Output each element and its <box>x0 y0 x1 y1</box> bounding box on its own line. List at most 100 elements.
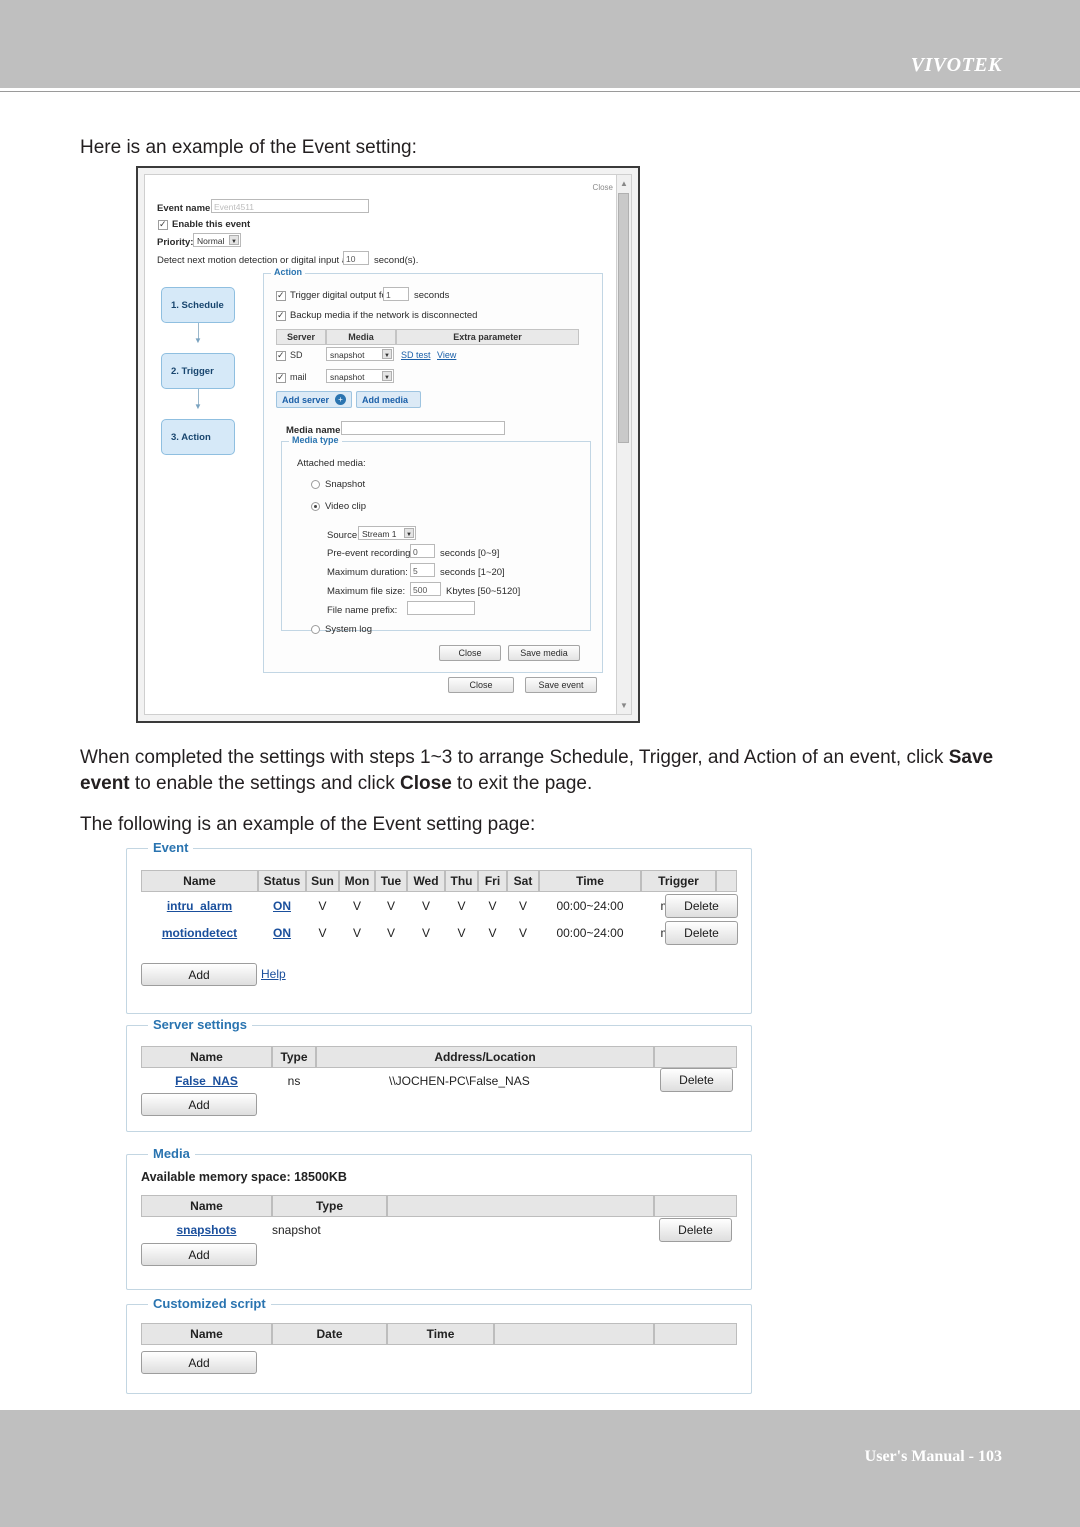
footer-page-label: User's Manual - 103 <box>864 1448 1002 1465</box>
event-row-1-mon: V <box>352 899 361 913</box>
table-header-extra: Extra parameter <box>396 329 579 345</box>
event-row-2-status-link[interactable]: ON <box>273 926 291 940</box>
step-action[interactable]: 3. Action <box>161 419 235 455</box>
priority-value: Normal <box>197 236 225 246</box>
brand-logo: VIVOTEK <box>910 54 1002 76</box>
row-sd-media-select[interactable]: snapshot ▼ <box>326 347 394 361</box>
chevron-down-icon: ▼ <box>384 353 390 359</box>
close-event-label: Close <box>469 680 493 690</box>
media-panel-legend: Media <box>148 1146 195 1161</box>
videoclip-radio[interactable] <box>311 502 320 511</box>
event-row-1-sun: V <box>318 899 327 913</box>
chevron-down-icon: ▼ <box>231 239 237 245</box>
save-media-label: Save media <box>520 648 568 658</box>
trigger-do-seconds-input[interactable]: 1 <box>383 287 409 301</box>
row-mail-media-value: snapshot <box>330 372 365 382</box>
systemlog-radio[interactable] <box>311 625 320 634</box>
event-row-1-status-link[interactable]: ON <box>273 899 291 913</box>
scrollbar-thumb[interactable] <box>618 193 629 443</box>
event-row-1-name-link[interactable]: intru_alarm <box>167 899 232 913</box>
trigger-do-checkbox[interactable] <box>276 290 286 301</box>
instruction-part-3: to exit the page. <box>451 773 593 794</box>
scroll-down-arrow[interactable]: ▼ <box>620 701 628 710</box>
max-filesize-label: Maximum file size: <box>327 586 406 597</box>
server-col-address: Address/Location <box>316 1046 654 1068</box>
row-sd-checkbox[interactable] <box>276 350 286 361</box>
add-media-label: Add media <box>362 394 409 405</box>
media-row-1-delete-button[interactable]: Delete <box>659 1218 732 1242</box>
event-row-1-name[interactable]: intru_alarm <box>141 895 258 917</box>
event-row-2-name[interactable]: motiondetect <box>141 922 258 944</box>
event-name-label: Event name: <box>157 203 214 214</box>
dialog-inner: ▲ ▼ Close Event name: Event4511 Enable t… <box>144 174 632 715</box>
intro-paragraph: Here is an example of the Event setting: <box>80 137 417 158</box>
row-sd-view-link[interactable]: View <box>437 350 456 360</box>
media-row-1-name[interactable]: snapshots <box>141 1219 272 1241</box>
media-row-1-name-link[interactable]: snapshots <box>176 1223 236 1237</box>
event-row-2-time: 00:00~24:00 <box>556 926 624 940</box>
event-panel-legend: Event <box>148 840 194 855</box>
save-event-button[interactable]: Save event <box>525 677 597 693</box>
server-row-1-address: \\JOCHEN-PC\False_NAS <box>389 1074 530 1088</box>
script-add-button[interactable]: Add <box>141 1351 257 1374</box>
event-row-1-status[interactable]: ON <box>258 895 306 917</box>
dialog-close-link[interactable]: Close <box>593 183 613 192</box>
add-server-label: Add server <box>282 394 330 405</box>
event-col-tue: Tue <box>375 870 407 892</box>
row-sd-sdtest-link[interactable]: SD test <box>401 350 431 360</box>
media-name-input[interactable] <box>341 421 505 435</box>
backup-media-checkbox[interactable] <box>276 310 286 321</box>
event-row-1-fri: V <box>488 899 497 913</box>
close-media-button[interactable]: Close <box>439 645 501 661</box>
scroll-up-arrow[interactable]: ▲ <box>620 179 628 188</box>
backup-media-label: Backup media if the network is disconnec… <box>290 310 478 321</box>
save-media-button[interactable]: Save media <box>508 645 580 661</box>
priority-label: Priority: <box>157 237 194 248</box>
source-value: Stream 1 <box>362 529 397 539</box>
event-col-status: Status <box>258 870 306 892</box>
max-duration-label: Maximum duration: <box>327 567 408 578</box>
event-row-2-sat: V <box>518 926 527 940</box>
server-row-1-delete-button[interactable]: Delete <box>660 1068 733 1092</box>
event-col-sun: Sun <box>306 870 339 892</box>
event-name-input[interactable]: Event4511 <box>211 199 369 213</box>
close-event-button[interactable]: Close <box>448 677 514 693</box>
enable-event-checkbox[interactable] <box>158 219 168 230</box>
script-add-label: Add <box>188 1355 210 1370</box>
media-type-legend: Media type <box>289 435 342 445</box>
event-row-2-name-link[interactable]: motiondetect <box>162 926 237 940</box>
row-mail-checkbox[interactable] <box>276 372 286 383</box>
server-row-1-name-link[interactable]: False_NAS <box>175 1074 238 1088</box>
event-row-2-sun: V <box>318 926 327 940</box>
row-mail-media-select[interactable]: snapshot ▼ <box>326 369 394 383</box>
step-trigger[interactable]: 2. Trigger <box>161 353 235 389</box>
event-row-1-time: 00:00~24:00 <box>556 899 624 913</box>
file-prefix-input[interactable] <box>407 601 475 615</box>
event-row-2-delete-button[interactable]: Delete <box>665 921 738 945</box>
server-row-1-type: ns <box>287 1074 301 1088</box>
event-help-link[interactable]: Help <box>261 967 286 981</box>
add-media-button[interactable]: Add media <box>356 391 421 408</box>
event-col-sat: Sat <box>507 870 539 892</box>
source-label: Source: <box>327 530 360 541</box>
max-duration-input[interactable]: 5 <box>410 563 435 577</box>
pre-event-input[interactable]: 0 <box>410 544 435 558</box>
max-filesize-input[interactable]: 500 <box>410 582 441 596</box>
media-add-button[interactable]: Add <box>141 1243 257 1266</box>
event-row-1-delete-button[interactable]: Delete <box>665 894 738 918</box>
detect-interval-input[interactable]: 10 <box>343 251 369 265</box>
dialog-scrollbar[interactable]: ▲ ▼ <box>616 175 631 714</box>
source-select[interactable]: Stream 1 ▼ <box>358 526 416 540</box>
event-row-1-thu: V <box>457 899 466 913</box>
add-icon[interactable]: + <box>335 394 346 405</box>
server-add-button[interactable]: Add <box>141 1093 257 1116</box>
event-setting-page-screenshot: Event Name Status Sun Mon Tue Wed Thu Fr… <box>126 840 756 1394</box>
snapshot-radio[interactable] <box>311 480 320 489</box>
server-row-1-name[interactable]: False_NAS <box>141 1070 272 1092</box>
event-col-wed: Wed <box>407 870 445 892</box>
priority-select[interactable]: Normal ▼ <box>193 233 241 247</box>
server-row-1-delete-label: Delete <box>679 1073 714 1087</box>
step-schedule[interactable]: 1. Schedule <box>161 287 235 323</box>
event-row-2-status[interactable]: ON <box>258 922 306 944</box>
event-add-button[interactable]: Add <box>141 963 257 986</box>
